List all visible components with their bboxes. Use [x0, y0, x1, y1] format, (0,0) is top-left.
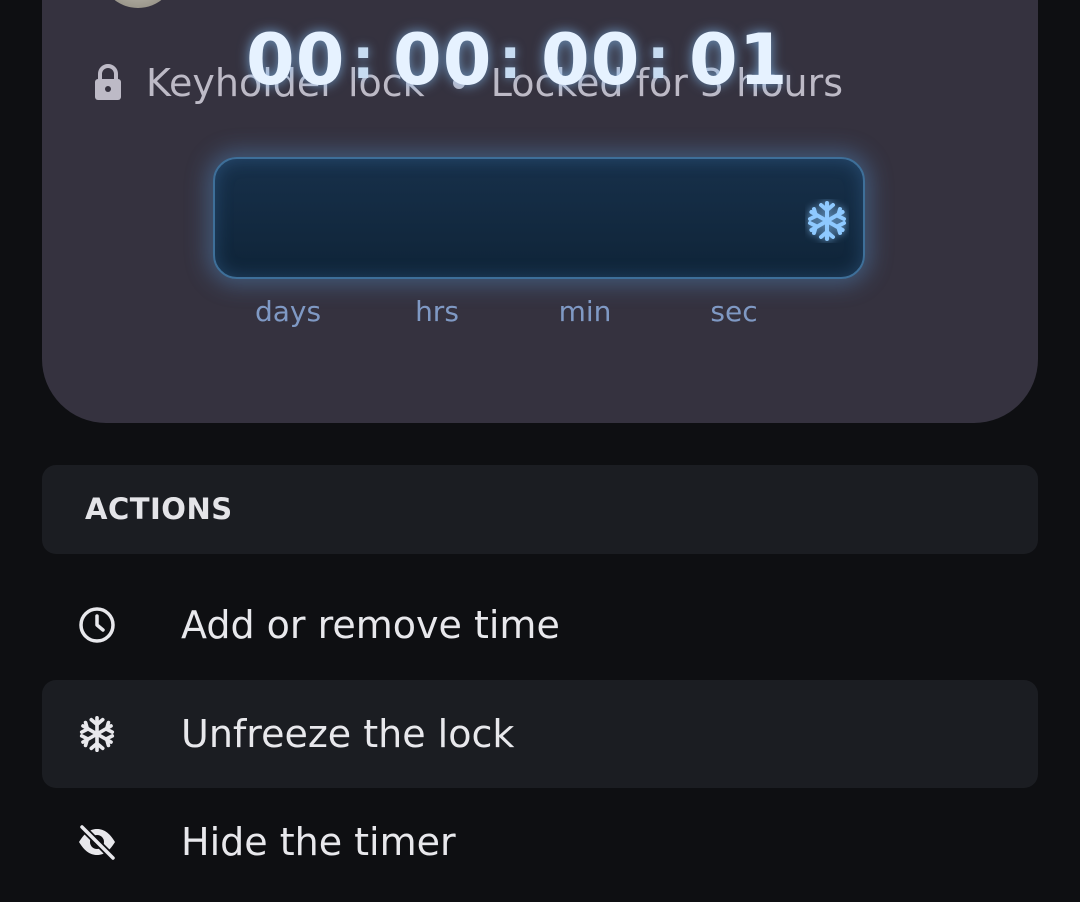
- action-label: Unfreeze the lock: [181, 712, 515, 756]
- actions-title: ACTIONS: [85, 492, 233, 526]
- unit-days: days: [254, 295, 322, 328]
- timer-minutes: 00: [541, 19, 641, 101]
- lock-icon: [92, 63, 124, 103]
- clock-icon: [76, 604, 118, 646]
- action-add-remove-time[interactable]: Add or remove time: [42, 571, 1038, 679]
- timer-hours: 00: [393, 19, 493, 101]
- snowflake-icon: [805, 199, 849, 243]
- timer-separator: :: [352, 27, 375, 92]
- action-unfreeze-lock[interactable]: Unfreeze the lock: [42, 680, 1038, 788]
- actions-header: ACTIONS: [42, 465, 1038, 554]
- timer-days: 00: [246, 19, 346, 101]
- action-label: Hide the timer: [181, 820, 456, 864]
- timer-seconds: 01: [689, 19, 789, 101]
- countdown-timer: [213, 157, 865, 279]
- action-label: Add or remove time: [181, 603, 560, 647]
- timer-separator: :: [499, 27, 522, 92]
- action-hide-timer[interactable]: Hide the timer: [42, 788, 1038, 896]
- snowflake-icon: [76, 713, 118, 755]
- eye-off-icon: [76, 821, 118, 863]
- timer-separator: :: [647, 27, 670, 92]
- unit-minutes: min: [558, 295, 612, 328]
- unit-hours: hrs: [415, 295, 459, 328]
- unit-seconds: sec: [710, 295, 758, 328]
